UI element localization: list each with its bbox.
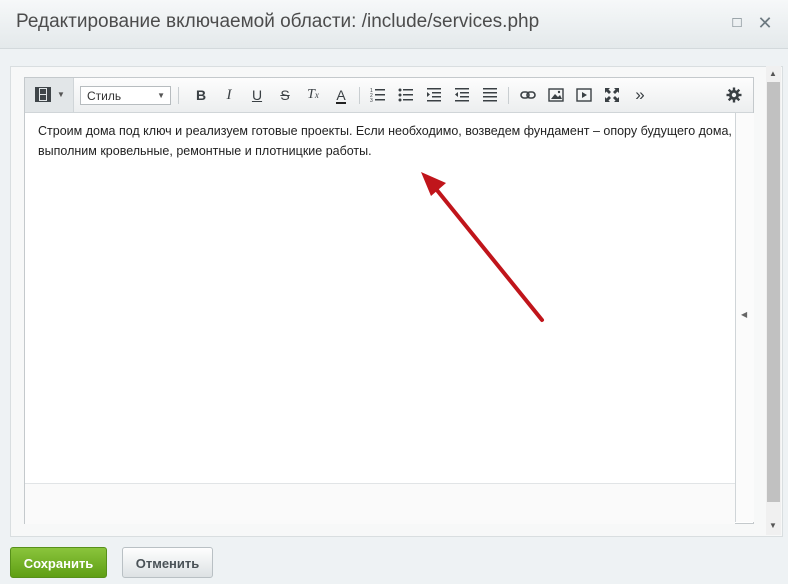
vertical-scrollbar[interactable]: ▲ ▼	[766, 66, 781, 535]
image-button[interactable]	[545, 85, 567, 105]
align-icon	[483, 88, 497, 102]
close-button[interactable]: ✕	[756, 14, 774, 32]
fullscreen-button[interactable]	[601, 85, 623, 105]
video-button[interactable]	[573, 85, 595, 105]
scroll-up-icon[interactable]: ▲	[769, 69, 777, 78]
chevron-down-icon: ▼	[157, 91, 165, 100]
indent-icon	[427, 88, 441, 102]
settings-button[interactable]	[723, 85, 745, 105]
bold-button[interactable]: B	[190, 85, 212, 105]
dialog-title: Редактирование включаемой области: /incl…	[16, 11, 540, 32]
font-color-button[interactable]: A	[330, 85, 352, 105]
dialog-titlebar: Редактирование включаемой области: /incl…	[0, 0, 788, 49]
align-button[interactable]	[479, 85, 501, 105]
chevron-left-icon: ◀	[741, 310, 748, 319]
outdent-button[interactable]	[451, 85, 473, 105]
remove-format-button[interactable]: Tx	[302, 85, 324, 105]
fullscreen-icon	[605, 88, 619, 102]
editor-text-area[interactable]: Строим дома под ключ и реализуем готовые…	[25, 113, 735, 483]
gear-icon	[726, 87, 742, 103]
indent-button[interactable]	[423, 85, 445, 105]
cancel-button[interactable]: Отменить	[122, 547, 213, 578]
save-button[interactable]: Сохранить	[10, 547, 107, 578]
side-panel-toggle[interactable]: ◀	[735, 113, 754, 522]
more-button[interactable]: »	[629, 85, 651, 105]
strikethrough-button[interactable]: S	[274, 85, 296, 105]
italic-button[interactable]: I	[218, 85, 240, 105]
editor-toolbar: ▼ Стиль ▼ B I U S Tx A 123 »	[25, 78, 753, 113]
style-select[interactable]: Стиль ▼	[80, 86, 171, 105]
toolbar-divider	[508, 87, 509, 104]
link-icon	[520, 91, 536, 99]
chevron-down-icon: ▼	[57, 90, 65, 99]
dialog-content: ▼ Стиль ▼ B I U S Tx A 123 » Строим дома…	[10, 66, 783, 537]
ordered-list-button[interactable]: 123	[367, 85, 389, 105]
video-icon	[576, 88, 592, 102]
link-button[interactable]	[517, 85, 539, 105]
scrollbar-thumb[interactable]	[767, 82, 780, 502]
maximize-button[interactable]: □	[728, 14, 746, 32]
style-select-value: Стиль	[87, 89, 122, 103]
unordered-list-icon	[398, 88, 413, 102]
outdent-icon	[455, 88, 469, 102]
view-mode-button[interactable]: ▼	[25, 78, 74, 112]
unordered-list-button[interactable]	[395, 85, 417, 105]
editor-statusbar	[25, 483, 735, 524]
scroll-down-icon[interactable]: ▼	[769, 521, 777, 530]
toolbar-divider	[178, 87, 179, 104]
film-icon	[35, 87, 51, 106]
html-editor: ▼ Стиль ▼ B I U S Tx A 123 » Строим дома…	[24, 77, 754, 524]
ordered-list-icon: 123	[370, 88, 385, 103]
editor-paragraph[interactable]: Строим дома под ключ и реализуем готовые…	[38, 121, 738, 161]
svg-text:3: 3	[370, 98, 373, 103]
image-icon	[548, 88, 564, 102]
underline-button[interactable]: U	[246, 85, 268, 105]
toolbar-divider	[359, 87, 360, 104]
